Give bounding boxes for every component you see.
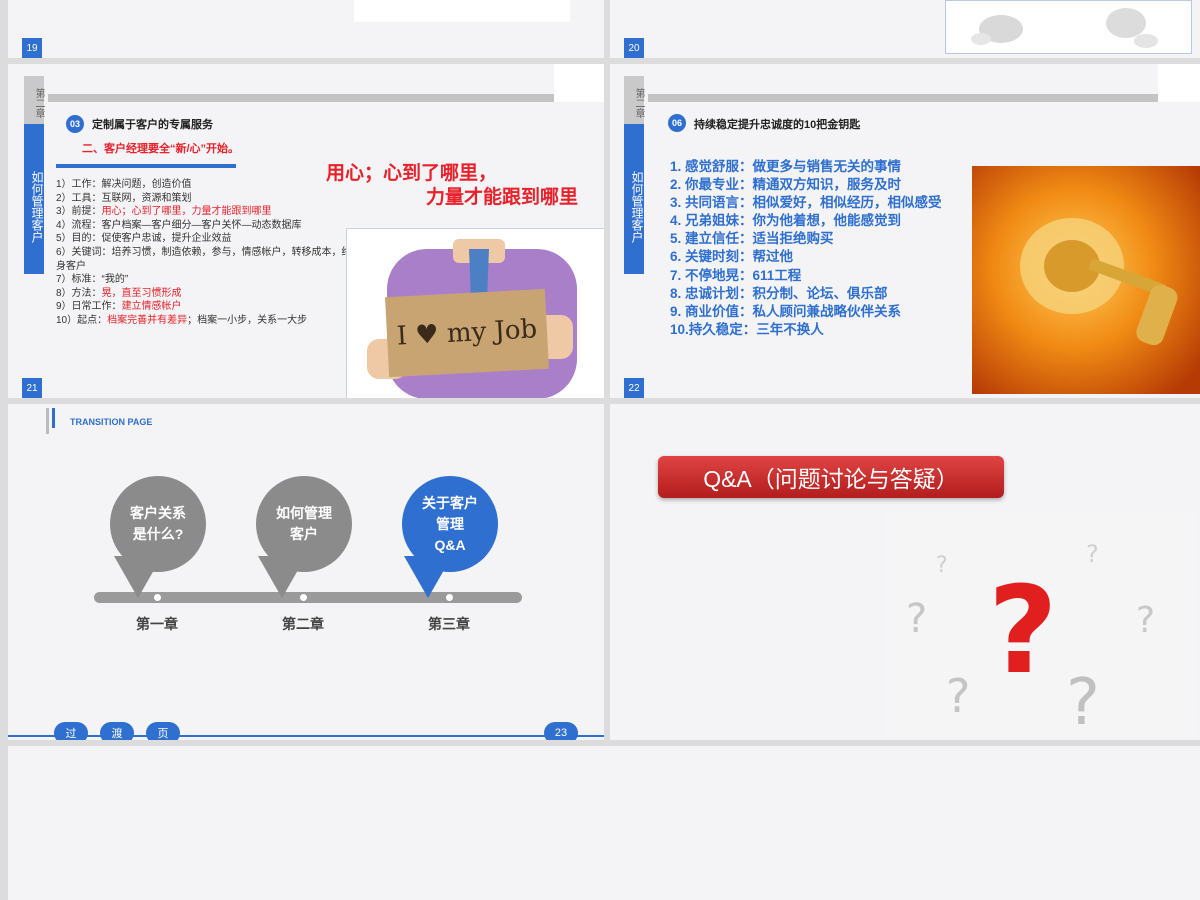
page-number: 20 <box>624 38 644 58</box>
header-accent-bar <box>46 408 49 434</box>
pin-label: 客户关系 是什么? <box>130 505 186 542</box>
qa-title: Q&A（问题讨论与答疑） <box>703 466 959 492</box>
chapter-number: 第二章 <box>624 76 644 124</box>
sign-text: I ♥ my Job <box>396 314 538 352</box>
list-item: 8. 忠诚计划：积分制、论坛、俱乐部 <box>670 285 888 301</box>
slide-23[interactable]: TRANSITION PAGE 客户关系 是什么? 如何管理 客户 关于客户 管理 Q&… <box>8 404 604 740</box>
list-item: 3. 共同语言：相似爱好，相似经历，相似感受 <box>670 195 942 211</box>
transition-header: TRANSITION PAGE <box>70 417 153 427</box>
golden-keys-list: 1. 感觉舒服：做更多与销售无关的事情 2. 你最专业：精通双方知识，服务及时 … <box>670 158 942 339</box>
chapter-tab: 第二章 如何管理客户 <box>624 76 644 274</box>
list-item: 3）前提：用心；心到了哪里，力量才能跟到哪里 <box>56 206 272 218</box>
chapter-label-1: 第一章 <box>136 616 178 632</box>
slide-20[interactable]: 20 <box>610 0 1200 58</box>
header-white-block <box>554 64 604 102</box>
svg-text:?: ? <box>988 562 1058 701</box>
subtitle: 二、客户经理要全“新/心”开始。 <box>82 143 240 155</box>
section-title: 持续稳定提升忠诚度的10把金钥匙 <box>694 119 861 131</box>
list-item: 2. 你最专业：精通双方知识，服务及时 <box>670 177 902 193</box>
page-number: 19 <box>22 38 42 58</box>
list-item: 9）日常工作：建立情感帐户 <box>56 301 182 313</box>
footer-tab-2[interactable]: 渡 <box>100 722 134 740</box>
chapter-label-2: 第二章 <box>282 616 324 632</box>
section-number-badge: 06 <box>668 114 686 132</box>
question-marks-image: ? ? ? ? ? ? ? <box>886 512 1196 736</box>
figures-image <box>945 0 1192 54</box>
header-white-block <box>1158 64 1200 102</box>
list-item: 1）工作：解决问题，创造价值 <box>56 179 192 190</box>
svg-text:?: ? <box>936 553 948 578</box>
list-item: 1. 感觉舒服：做更多与销售无关的事情 <box>670 159 902 174</box>
svg-text:?: ? <box>1066 666 1100 736</box>
section-number-badge: 03 <box>66 115 84 133</box>
svg-text:?: ? <box>906 596 927 642</box>
slide-22[interactable]: 第二章 如何管理客户 06 持续稳定提升忠诚度的10把金钥匙 1. 感觉舒服：做… <box>610 64 1200 398</box>
header-bar <box>48 94 554 102</box>
pin-dot <box>300 594 307 601</box>
list-item: 6）关键词：培养习惯，制造依赖，参与，情感帐户，转移成本，终身客户 <box>56 246 352 272</box>
list-item: 5）目的：促使客户忠诚，提升企业效益 <box>56 233 232 245</box>
people-figures-illustration <box>971 8 1158 48</box>
svg-text:?: ? <box>946 669 970 723</box>
question-marks-illustration: ? ? ? ? ? ? ? <box>886 512 1196 736</box>
list-item: 6. 关键时刻：帮过他 <box>670 249 794 265</box>
man-with-sign-image: I ♥ my Job <box>346 228 604 398</box>
header-accent-bar-blue <box>52 408 55 428</box>
section-title: 定制属于客户的专属服务 <box>92 119 213 131</box>
timeline-pin-3[interactable]: 关于客户 管理 Q&A <box>402 476 498 572</box>
list-item: 5. 建立信任：适当拒绝购买 <box>670 231 834 247</box>
timeline-pin-1[interactable]: 客户关系 是什么? <box>110 476 206 572</box>
golden-key-image <box>972 166 1200 394</box>
service-list: 1）工作：解决问题，创造价值 2）工具：互联网，资源和策划 3）前提：用心；心到… <box>56 178 356 328</box>
slide-21[interactable]: 第二章 如何管理客户 03 定制属于客户的专属服务 二、客户经理要全“新/心”开… <box>8 64 604 398</box>
header-bar <box>648 94 1158 102</box>
empty-slide-area <box>8 746 1200 900</box>
slogan-line-2: 力量才能跟到哪里 <box>426 187 579 208</box>
list-item: 4）流程：客户档案—客户细分—客户关怀—动态数据库 <box>56 219 302 231</box>
cardboard-sign: I ♥ my Job <box>385 288 549 378</box>
chapter-tab: 第二章 如何管理客户 <box>24 76 44 274</box>
list-item: 9. 商业价值：私人顾问兼战略伙伴关系 <box>670 303 902 319</box>
list-item: 10.持久稳定：三年不换人 <box>670 321 824 337</box>
svg-text:?: ? <box>1086 540 1099 568</box>
footer-tab-1[interactable]: 过 <box>54 722 88 740</box>
page-number: 22 <box>624 378 644 398</box>
pin-dot <box>154 594 161 601</box>
key-illustration <box>972 166 1200 394</box>
subtitle-underline <box>56 164 236 168</box>
list-item: 7. 不停地晃：611工程 <box>670 267 802 283</box>
list-item: 4. 兄弟姐妹：你为他着想，他能感觉到 <box>670 213 902 229</box>
list-item: 8）方法：晃，直至习惯形成 <box>56 287 182 299</box>
footer-tab-3[interactable]: 页 <box>146 722 180 740</box>
slide-24[interactable]: Q&A（问题讨论与答疑） ? ? ? ? ? ? ? <box>610 404 1200 740</box>
pin-label: 关于客户 管理 Q&A <box>422 494 478 553</box>
list-item: 10）起点：档案完善并有差异；档案一小步，关系一大步 <box>56 314 308 326</box>
list-item: 7）标准：“我的” <box>56 274 129 286</box>
svg-text:?: ? <box>1136 600 1155 641</box>
chapter-number: 第二章 <box>24 76 44 124</box>
page-number: 21 <box>22 378 42 398</box>
timeline-pin-2[interactable]: 如何管理 客户 <box>256 476 352 572</box>
white-content-box <box>354 0 570 22</box>
footer-line <box>8 735 604 737</box>
pin-dot <box>446 594 453 601</box>
qa-title-banner: Q&A（问题讨论与答疑） <box>658 456 1004 498</box>
chapter-label-3: 第三章 <box>428 616 470 632</box>
slide-19[interactable]: 19 <box>8 0 604 58</box>
chapter-title: 如何管理客户 <box>24 124 44 274</box>
pin-label: 如何管理 客户 <box>276 505 332 542</box>
chapter-title: 如何管理客户 <box>624 124 644 274</box>
page-number: 23 <box>544 722 578 740</box>
list-item: 2）工具：互联网，资源和策划 <box>56 192 192 204</box>
